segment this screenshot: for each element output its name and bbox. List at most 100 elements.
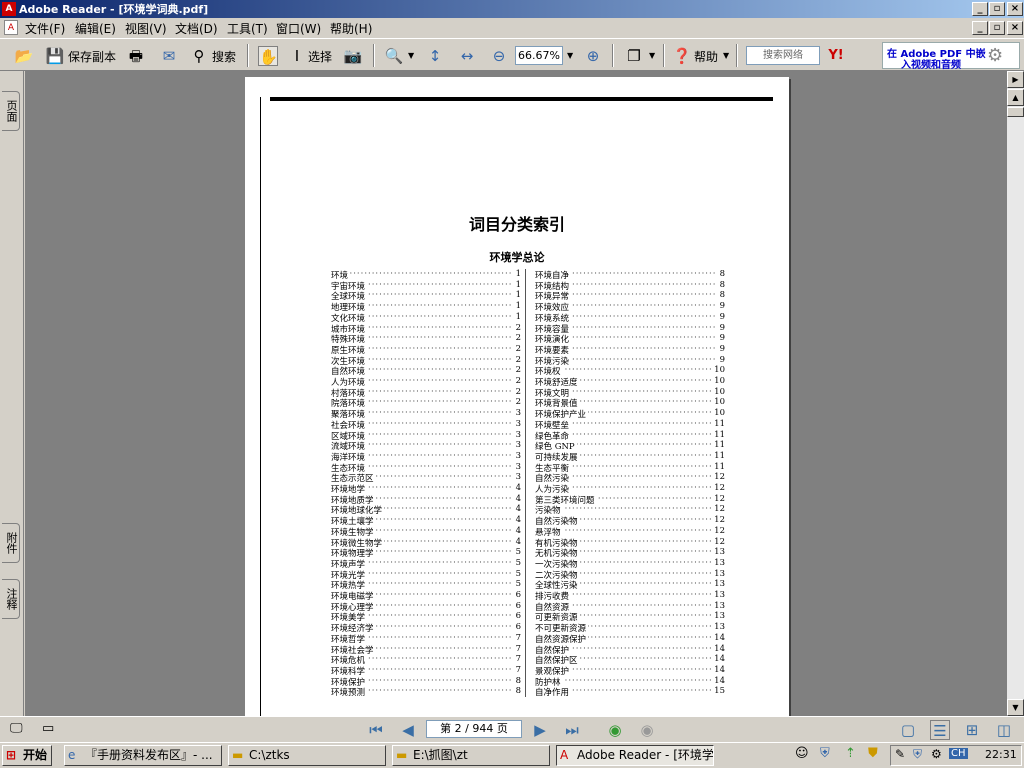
- index-page-number: 2: [513, 322, 521, 333]
- shield-icon[interactable]: ⛨: [820, 746, 830, 761]
- save-icon[interactable]: 💾: [45, 46, 65, 66]
- tray-icon[interactable]: ⛨: [913, 747, 922, 762]
- index-page-number: 3: [513, 450, 521, 461]
- column-divider: [525, 269, 526, 697]
- chevron-down-icon[interactable]: ▼: [723, 51, 729, 60]
- chevron-down-icon[interactable]: ▼: [649, 51, 655, 60]
- quicklaunch-icon[interactable]: ☺: [795, 746, 809, 761]
- index-page-number: 9: [717, 322, 725, 333]
- index-entry: ········································…: [331, 632, 521, 645]
- doc-restore-button[interactable]: ▫: [989, 21, 1005, 35]
- tab-comments[interactable]: 注释: [2, 579, 20, 619]
- chevron-down-icon[interactable]: ▼: [408, 51, 414, 60]
- taskbar-item[interactable]: ▬ C:\ztks: [228, 745, 386, 766]
- zoom-out-icon[interactable]: ⊖: [489, 46, 509, 66]
- screen-icon[interactable]: 🖵: [10, 721, 23, 736]
- yahoo-icon[interactable]: Y!: [826, 46, 846, 66]
- index-page-number: 4: [513, 483, 521, 493]
- doc-close-button[interactable]: ×: [1007, 21, 1023, 35]
- taskbar-item-label: C:\ztks: [249, 748, 290, 762]
- facing-pages-icon[interactable]: ⊞: [962, 720, 982, 740]
- next-page-icon[interactable]: ▶: [530, 720, 550, 740]
- hand-tool-icon[interactable]: ✋: [258, 46, 278, 66]
- tab-pages[interactable]: 页面: [2, 91, 20, 131]
- web-search-input[interactable]: 搜索网络: [746, 46, 820, 65]
- index-entry: ········································…: [535, 440, 725, 453]
- tab-attachments[interactable]: 附件: [2, 523, 20, 563]
- zoom-in-tool-icon[interactable]: 🔍: [384, 46, 404, 66]
- index-entry: ········································…: [535, 675, 725, 688]
- snapshot-camera-icon[interactable]: 📷: [343, 46, 363, 66]
- start-button[interactable]: ⊞ 开始: [2, 745, 52, 766]
- menu-help[interactable]: 帮助(H): [330, 20, 372, 37]
- taskbar-item[interactable]: ▬ E:\抓图\zt: [392, 745, 550, 766]
- index-entry: ········································…: [535, 269, 725, 281]
- index-page-number: 2: [513, 397, 521, 408]
- help-icon[interactable]: ❓: [672, 46, 692, 66]
- document-view[interactable]: 词目分类索引 环境学总论 ···························…: [25, 71, 1007, 716]
- network-icon[interactable]: ⇡: [845, 746, 856, 761]
- index-entry: ········································…: [331, 600, 521, 613]
- tray-icon[interactable]: ✎: [895, 747, 905, 761]
- doc-minimize-button[interactable]: _: [972, 21, 988, 35]
- save-copy-button[interactable]: 保存副本: [68, 48, 116, 65]
- minimize-button[interactable]: _: [972, 2, 988, 16]
- menu-file[interactable]: 文件(F): [25, 20, 65, 37]
- restore-button[interactable]: ▫: [989, 2, 1005, 16]
- go-forward-icon[interactable]: ◉: [637, 720, 657, 740]
- last-page-icon[interactable]: ⏭: [562, 720, 582, 740]
- zoom-level-input[interactable]: 66.67%: [515, 46, 563, 65]
- security-icon[interactable]: ⛊: [868, 746, 878, 761]
- index-page-number: 2: [513, 365, 521, 376]
- index-entry: ········································…: [331, 483, 521, 495]
- chevron-down-icon[interactable]: ▼: [567, 51, 573, 60]
- menu-tools[interactable]: 工具(T): [227, 20, 268, 37]
- close-button[interactable]: ×: [1007, 2, 1023, 16]
- taskbar-item-active[interactable]: A Adobe Reader - [环境学...: [556, 745, 714, 766]
- index-page-number: 3: [513, 429, 521, 440]
- index-entry: ········································…: [331, 365, 521, 378]
- menu-edit[interactable]: 编辑(E): [75, 20, 116, 37]
- scroll-right-arrow-icon[interactable]: ▶: [1007, 71, 1024, 88]
- index-page-number: 10: [712, 386, 725, 397]
- select-cursor-icon[interactable]: I: [287, 46, 307, 66]
- single-page-icon[interactable]: ▢: [898, 720, 918, 740]
- index-entry: ········································…: [535, 590, 725, 602]
- menu-window[interactable]: 窗口(W): [276, 20, 321, 37]
- previous-page-icon[interactable]: ◀: [398, 720, 418, 740]
- zoom-in-icon[interactable]: ⊕: [583, 46, 603, 66]
- print-icon[interactable]: 🖶: [126, 46, 146, 66]
- index-page-number: 12: [712, 525, 725, 536]
- open-folder-icon[interactable]: 📂: [14, 46, 34, 66]
- continuous-facing-icon[interactable]: ◫: [994, 720, 1014, 740]
- index-entry: ········································…: [535, 461, 725, 474]
- scroll-up-arrow-icon[interactable]: ▲: [1007, 89, 1024, 106]
- search-button[interactable]: 搜索: [212, 48, 236, 65]
- email-icon[interactable]: ✉: [159, 46, 179, 66]
- first-page-icon[interactable]: ⏮: [366, 720, 386, 740]
- page-number-field[interactable]: 第 2 / 944 页: [426, 720, 522, 738]
- promo-banner[interactable]: 在 Adobe PDF 中嵌 入视频和音频 ⚙: [882, 42, 1020, 71]
- taskbar-item[interactable]: e 『手册资料发布区』- ...: [64, 745, 222, 766]
- select-tool-button[interactable]: 选择: [308, 48, 332, 65]
- vertical-scrollbar[interactable]: ▶ ▲ ▼: [1007, 71, 1024, 716]
- tray-icon[interactable]: ⚙: [931, 747, 942, 761]
- input-language-indicator[interactable]: CH: [949, 748, 968, 759]
- actual-size-icon[interactable]: ↕: [425, 46, 445, 66]
- index-entry: ········································…: [535, 279, 725, 292]
- binoculars-icon[interactable]: ⚲: [189, 46, 209, 66]
- continuous-page-icon[interactable]: ☰: [930, 720, 950, 740]
- index-entry: ········································…: [331, 525, 521, 538]
- go-back-icon[interactable]: ◉: [605, 720, 625, 740]
- scroll-down-arrow-icon[interactable]: ▼: [1007, 699, 1024, 716]
- fit-width-icon[interactable]: ↔: [457, 46, 477, 66]
- page-layout-icon[interactable]: ❐: [624, 46, 644, 66]
- index-page-number: 5: [513, 568, 521, 579]
- page-icon[interactable]: ▭: [42, 721, 54, 736]
- scroll-thumb[interactable]: [1007, 107, 1024, 117]
- menu-document[interactable]: 文档(D): [175, 20, 218, 37]
- help-button[interactable]: 帮助: [694, 48, 718, 65]
- index-page-number: 13: [712, 590, 725, 600]
- menu-view[interactable]: 视图(V): [125, 20, 167, 37]
- index-page-number: 2: [513, 376, 521, 386]
